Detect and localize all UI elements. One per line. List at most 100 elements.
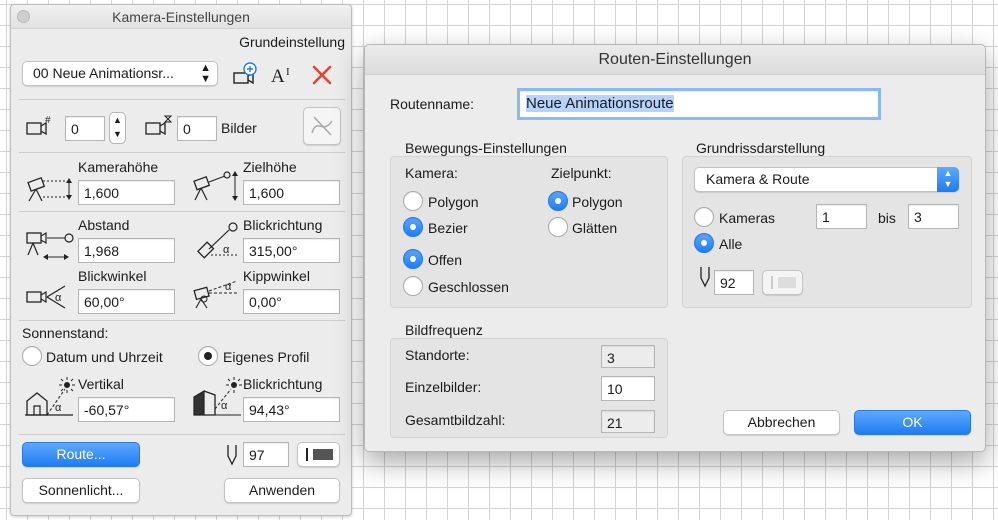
anwenden-button[interactable]: Anwenden: [224, 478, 340, 503]
vertikal-input[interactable]: -60,57°: [78, 397, 175, 422]
line-type-button[interactable]: [297, 442, 340, 467]
add-camera-icon[interactable]: [231, 61, 261, 89]
profil-label[interactable]: Eigenes Profil: [223, 349, 309, 365]
kamera-polygon-radio[interactable]: [403, 191, 423, 211]
sonnenstand-label: Sonnenstand:: [22, 325, 109, 341]
svg-text:A: A: [271, 66, 285, 87]
line-sample: [306, 448, 308, 461]
animation-select-value: 00 Neue Animationsr...: [33, 65, 174, 81]
svg-text:α: α: [221, 400, 228, 412]
chevron-updown-icon: ▲ ▼: [200, 62, 211, 85]
standorte-label: Standorte:: [405, 347, 470, 363]
grundeinstellung-label: Grundeinstellung: [239, 34, 345, 50]
frame-stepper[interactable]: ▲ ▼: [109, 112, 126, 144]
zielhoehe-input[interactable]: 1,600: [243, 180, 340, 205]
kamera-polygon-label[interactable]: Polygon: [428, 194, 479, 210]
vertikal-label: Vertikal: [78, 376, 124, 392]
bildfrequenz-group: Standorte: 3 Einzelbilder: 10 Gesamtbild…: [390, 338, 668, 438]
kameras-label[interactable]: Kameras: [719, 210, 775, 226]
panel-titlebar[interactable]: Kamera-Einstellungen: [11, 5, 351, 29]
einzelbilder-input[interactable]: 10: [601, 376, 655, 401]
dialog-titlebar[interactable]: Routen-Einstellungen: [365, 45, 985, 75]
kamera-bezier-radio[interactable]: [403, 217, 423, 237]
zielpunkt-section-label: Zielpunkt:: [551, 165, 612, 181]
path-toggle-button[interactable]: [303, 107, 341, 145]
bewegung-group: Kamera: Polygon Bezier Zielpunkt: Polygo…: [390, 156, 668, 308]
datum-label[interactable]: Datum und Uhrzeit: [46, 349, 163, 365]
alle-radio[interactable]: [694, 233, 714, 253]
routenname-input[interactable]: Neue Animationsroute: [517, 88, 881, 120]
svg-text:#: #: [45, 115, 51, 126]
datum-radio[interactable]: [22, 346, 42, 366]
zielpunkt-polygon-label[interactable]: Polygon: [572, 194, 623, 210]
view-direction-icon: α: [197, 222, 239, 259]
delete-x-icon[interactable]: [311, 64, 333, 86]
kippwinkel-label: Kippwinkel: [243, 268, 310, 284]
abbrechen-button[interactable]: Abbrechen: [723, 410, 840, 435]
routenname-label: Routenname:: [390, 96, 475, 112]
bewegung-title: Bewegungs-Einstellungen: [405, 140, 567, 156]
blickrichtung-input[interactable]: 315,00°: [243, 238, 340, 263]
fill-sample: [778, 277, 796, 288]
divider: [19, 211, 345, 212]
bildfrequenz-title: Bildfrequenz: [405, 322, 483, 338]
gesamt-value: 21: [601, 410, 655, 433]
offen-radio[interactable]: [403, 249, 423, 269]
alle-label[interactable]: Alle: [719, 236, 742, 252]
bilder-label: Bilder: [221, 120, 257, 136]
glaetten-label[interactable]: Glätten: [572, 220, 617, 236]
blickwinkel-input[interactable]: 60,00°: [78, 289, 175, 314]
frame-end-input[interactable]: 0: [177, 116, 217, 141]
divider: [19, 99, 345, 100]
geschlossen-radio[interactable]: [403, 276, 423, 296]
kamera-bezier-label[interactable]: Bezier: [428, 220, 468, 236]
kamera-section-label: Kamera:: [405, 165, 458, 181]
animation-select[interactable]: 00 Neue Animationsr... ▲ ▼: [22, 61, 218, 86]
divider: [19, 152, 345, 153]
kameras-from-input[interactable]: 1: [816, 204, 867, 229]
route-pen-input[interactable]: 92: [714, 270, 754, 295]
grundriss-title: Grundrissdarstellung: [696, 140, 826, 156]
sonnenlicht-button[interactable]: Sonnenlicht...: [22, 478, 140, 503]
kameras-radio[interactable]: [694, 207, 714, 227]
sonne-blickrichtung-input[interactable]: 94,43°: [243, 397, 340, 422]
view-angle-icon: α: [26, 285, 66, 309]
target-height-icon: [193, 171, 238, 201]
kamerahoehe-input[interactable]: 1,600: [78, 180, 175, 205]
pen-input[interactable]: 97: [243, 442, 289, 467]
blickrichtung-label: Blickrichtung: [243, 217, 323, 233]
camera-settings-panel: Kamera-Einstellungen Grundeinstellung 00…: [10, 4, 352, 516]
zielhoehe-label: Zielhöhe: [243, 159, 297, 175]
tilt-angle-icon: α: [193, 280, 238, 309]
sun-azimuth-icon: α: [193, 377, 242, 416]
kamerahoehe-label: Kamerahöhe: [78, 159, 159, 175]
panel-title: Kamera-Einstellungen: [112, 9, 250, 25]
route-button[interactable]: Route...: [22, 442, 140, 467]
ok-button[interactable]: OK: [854, 410, 971, 435]
svg-text:α: α: [225, 281, 232, 293]
abstand-input[interactable]: 1,968: [78, 238, 175, 263]
glaetten-radio[interactable]: [548, 217, 568, 237]
sun-altitude-icon: α: [25, 377, 75, 416]
kippwinkel-input[interactable]: 0,00°: [243, 289, 340, 314]
text-style-icon[interactable]: A I: [269, 63, 297, 87]
route-line-type-button: [762, 270, 803, 295]
bis-label: bis: [878, 210, 896, 226]
standorte-value: 3: [601, 345, 655, 368]
svg-text:α: α: [55, 292, 62, 304]
offen-label[interactable]: Offen: [428, 252, 462, 268]
geschlossen-label[interactable]: Geschlossen: [428, 279, 509, 295]
grundriss-select[interactable]: Kamera & Route ▲ ▼: [694, 167, 959, 192]
chevron-updown-icon: ▲ ▼: [937, 167, 959, 192]
einzelbilder-label: Einzelbilder:: [405, 379, 482, 395]
divider: [19, 434, 345, 435]
path-off-icon: [311, 116, 333, 136]
profil-radio[interactable]: [198, 346, 218, 366]
divider: [19, 320, 345, 321]
zielpunkt-polygon-radio[interactable]: [548, 191, 568, 211]
fill-sample: [313, 449, 333, 460]
kameras-to-input[interactable]: 3: [908, 204, 959, 229]
grundriss-group: Kamera & Route ▲ ▼ Kameras 1 bis 3 Alle 9…: [682, 156, 972, 308]
pen-icon: [700, 267, 710, 288]
frame-input[interactable]: 0: [65, 116, 105, 141]
